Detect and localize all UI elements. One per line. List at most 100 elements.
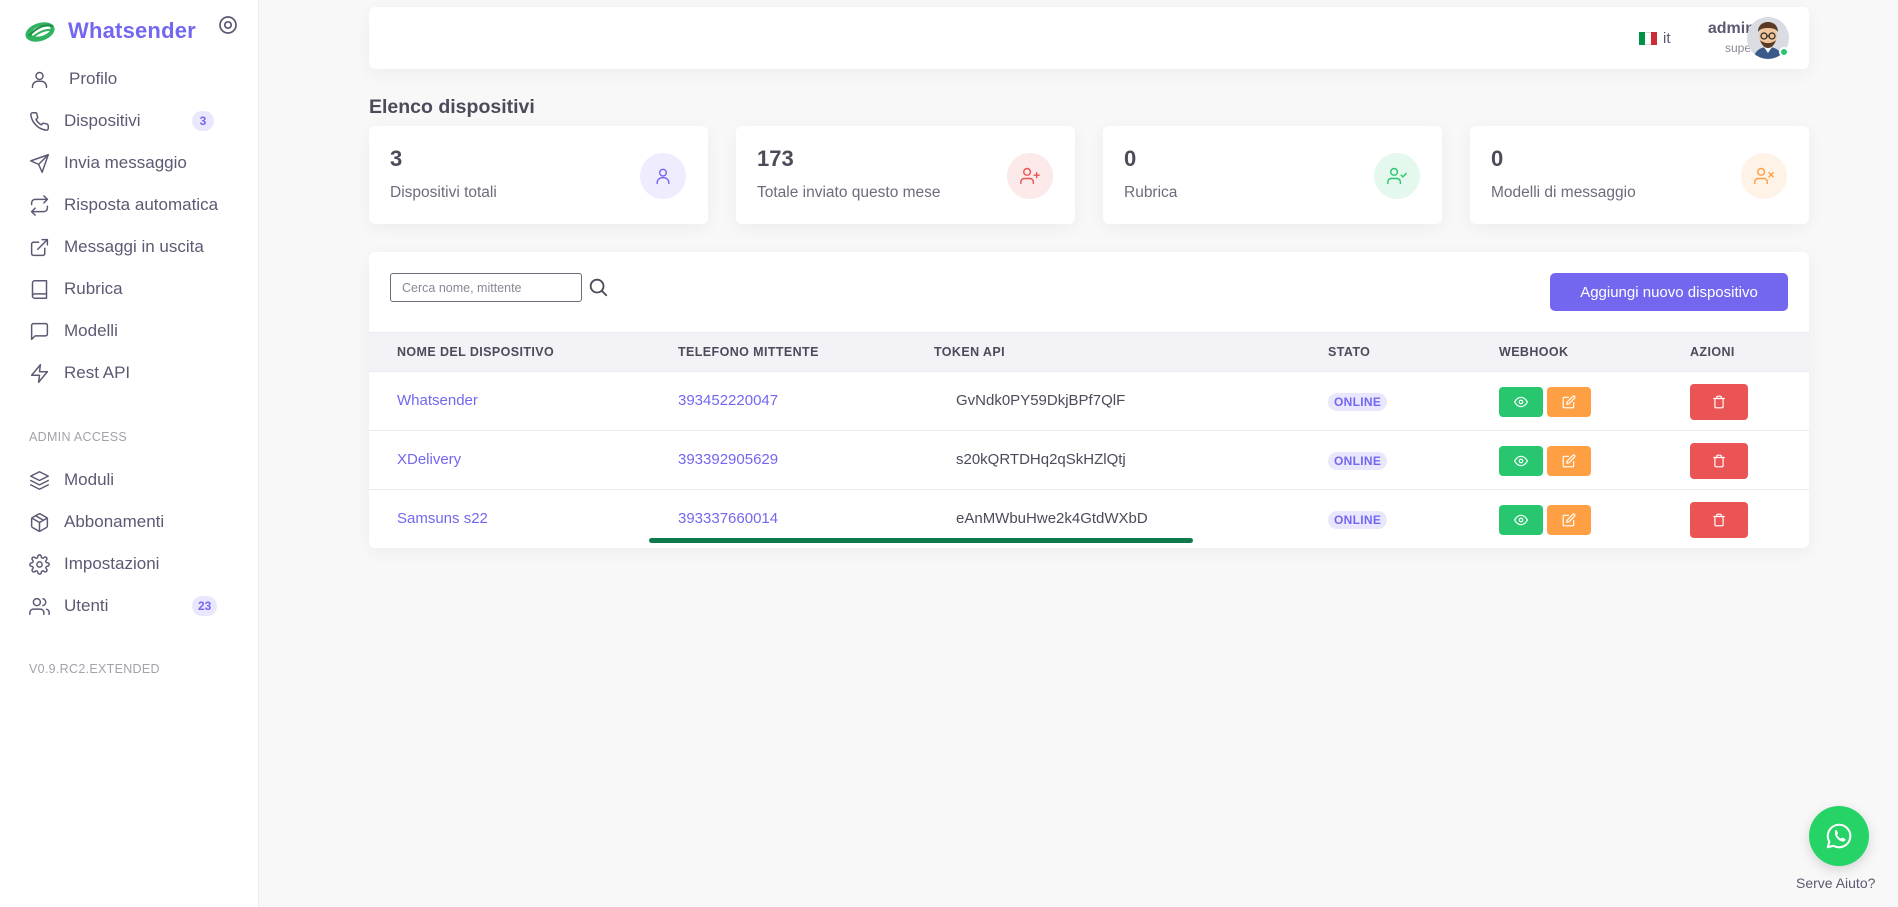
sender-phone-link[interactable]: 393337660014	[678, 510, 778, 527]
language-selector[interactable]: it	[1639, 30, 1671, 47]
stat-value: 0	[1124, 146, 1137, 171]
sidebar-toggle-icon[interactable]	[218, 15, 238, 35]
stat-label: Totale inviato questo mese	[757, 184, 941, 201]
search-icon[interactable]	[587, 276, 609, 298]
nav-item-rubrica[interactable]: Rubrica	[0, 268, 258, 310]
nav-item-profilo[interactable]: Profilo	[0, 58, 258, 100]
page-title: Elenco dispositivi	[369, 96, 535, 118]
nav-item-modelli[interactable]: Modelli	[0, 310, 258, 352]
nav-item-dispositivi[interactable]: Dispositivi 3	[0, 100, 258, 142]
device-name-link[interactable]: XDelivery	[397, 451, 461, 468]
eye-icon	[1514, 455, 1528, 467]
table-row: XDelivery 393392905629 s20kQRTDHq2qSkHZl…	[369, 431, 1809, 490]
stat-label: Modelli di messaggio	[1491, 184, 1636, 201]
nav-label: Profilo	[69, 69, 118, 88]
stat-value: 0	[1491, 146, 1504, 171]
stat-card-message-templates: 0 Modelli di messaggio	[1470, 126, 1809, 224]
search-input[interactable]	[390, 273, 582, 302]
delete-device-button[interactable]	[1690, 384, 1748, 420]
zap-icon	[30, 363, 49, 383]
nav-label: Rubrica	[64, 279, 123, 298]
external-link-icon	[30, 238, 49, 256]
nav-item-utenti[interactable]: Utenti 23	[0, 585, 258, 627]
whatsapp-help-button[interactable]	[1809, 806, 1869, 866]
nav-label: Impostazioni	[64, 554, 160, 573]
status-badge: ONLINE	[1328, 393, 1388, 411]
book-icon	[31, 279, 48, 299]
main-nav: Profilo Dispositivi 3 Invia messaggio Ri…	[0, 58, 258, 394]
admin-section-header: ADMIN ACCESS	[29, 430, 128, 444]
user-x-icon	[1754, 167, 1774, 185]
users-icon	[29, 597, 50, 615]
webhook-view-button[interactable]	[1499, 505, 1543, 535]
nav-item-rest-api[interactable]: Rest API	[0, 352, 258, 394]
message-square-icon	[30, 322, 49, 340]
layers-icon	[30, 470, 49, 490]
nav-item-risposta-automatica[interactable]: Risposta automatica	[0, 184, 258, 226]
user-check-icon	[1387, 167, 1407, 185]
user-icon	[31, 71, 48, 88]
sender-phone-link[interactable]: 393452220047	[678, 392, 778, 409]
add-device-button[interactable]: Aggiungi nuovo dispositivo	[1550, 273, 1788, 311]
edit-icon	[1562, 395, 1576, 409]
users-count-badge: 23	[192, 596, 218, 616]
webhook-edit-button[interactable]	[1547, 387, 1591, 417]
nav-item-invia-messaggio[interactable]: Invia messaggio	[0, 142, 258, 184]
api-token: eAnMWbuHwe2k4GtdWXbD	[956, 510, 1148, 527]
column-header: TOKEN API	[934, 345, 1005, 359]
trash-icon	[1713, 395, 1725, 409]
language-code: it	[1663, 30, 1671, 47]
sender-phone-link[interactable]: 393392905629	[678, 451, 778, 468]
table-horizontal-scrollbar[interactable]	[649, 538, 1193, 543]
device-name-link[interactable]: Whatsender	[397, 392, 478, 409]
trash-icon	[1713, 513, 1725, 527]
help-label: Serve Aiuto?	[1796, 875, 1876, 891]
status-badge: ONLINE	[1328, 511, 1388, 529]
stat-icon-wrap	[1741, 153, 1787, 199]
nav-item-impostazioni[interactable]: Impostazioni	[0, 543, 258, 585]
nav-label: Dispositivi	[64, 111, 141, 130]
device-name-link[interactable]: Samsuns s22	[397, 510, 488, 527]
devices-panel: Aggiungi nuovo dispositivo NOME DEL DISP…	[369, 252, 1809, 548]
delete-device-button[interactable]	[1690, 502, 1748, 538]
nav-item-abbonamenti[interactable]: Abbonamenti	[0, 501, 258, 543]
nav-item-moduli[interactable]: Moduli	[0, 459, 258, 501]
nav-label: Invia messaggio	[64, 153, 187, 172]
webhook-edit-button[interactable]	[1547, 505, 1591, 535]
top-bar: it admin super	[369, 7, 1809, 69]
package-icon	[30, 512, 49, 532]
nav-label: Utenti	[64, 596, 109, 615]
brand-name: Whatsender	[68, 18, 196, 43]
devices-count-badge: 3	[192, 111, 214, 131]
stat-card-address-book: 0 Rubrica	[1103, 126, 1442, 224]
stat-card-total-devices: 3 Dispositivi totali	[369, 126, 708, 224]
app-version: V0.9.RC2.EXTENDED	[29, 662, 160, 676]
column-header: TELEFONO MITTENTE	[678, 345, 819, 359]
brand-logo-icon	[25, 22, 55, 42]
webhook-view-button[interactable]	[1499, 387, 1543, 417]
nav-label: Modelli	[64, 321, 118, 340]
sidebar: Whatsender Profilo Dispositivi 3 Invia m…	[0, 0, 259, 907]
column-header: AZIONI	[1690, 345, 1735, 359]
delete-device-button[interactable]	[1690, 443, 1748, 479]
repeat-icon	[30, 194, 49, 216]
settings-icon	[29, 553, 50, 575]
admin-nav: Moduli Abbonamenti Impostazioni Utenti 2…	[0, 459, 258, 627]
eye-icon	[1514, 514, 1528, 526]
column-header: NOME DEL DISPOSITIVO	[397, 345, 555, 359]
nav-label: Messaggi in uscita	[64, 237, 204, 256]
table-row: Whatsender 393452220047 GvNdk0PY59DkjBPf…	[369, 372, 1809, 431]
webhook-edit-button[interactable]	[1547, 446, 1591, 476]
user-plus-icon	[1020, 167, 1040, 185]
nav-item-messaggi-in-uscita[interactable]: Messaggi in uscita	[0, 226, 258, 268]
stat-icon-wrap	[640, 153, 686, 199]
brand[interactable]: Whatsender	[22, 14, 242, 48]
webhook-view-button[interactable]	[1499, 446, 1543, 476]
stat-label: Dispositivi totali	[390, 184, 497, 201]
api-token: GvNdk0PY59DkjBPf7QlF	[956, 392, 1126, 409]
user-role: super	[1724, 41, 1755, 55]
stat-label: Rubrica	[1124, 184, 1178, 201]
table-header: NOME DEL DISPOSITIVO TELEFONO MITTENTE T…	[369, 332, 1809, 372]
user-name[interactable]: admin	[1689, 20, 1755, 38]
column-header: STATO	[1328, 345, 1371, 359]
